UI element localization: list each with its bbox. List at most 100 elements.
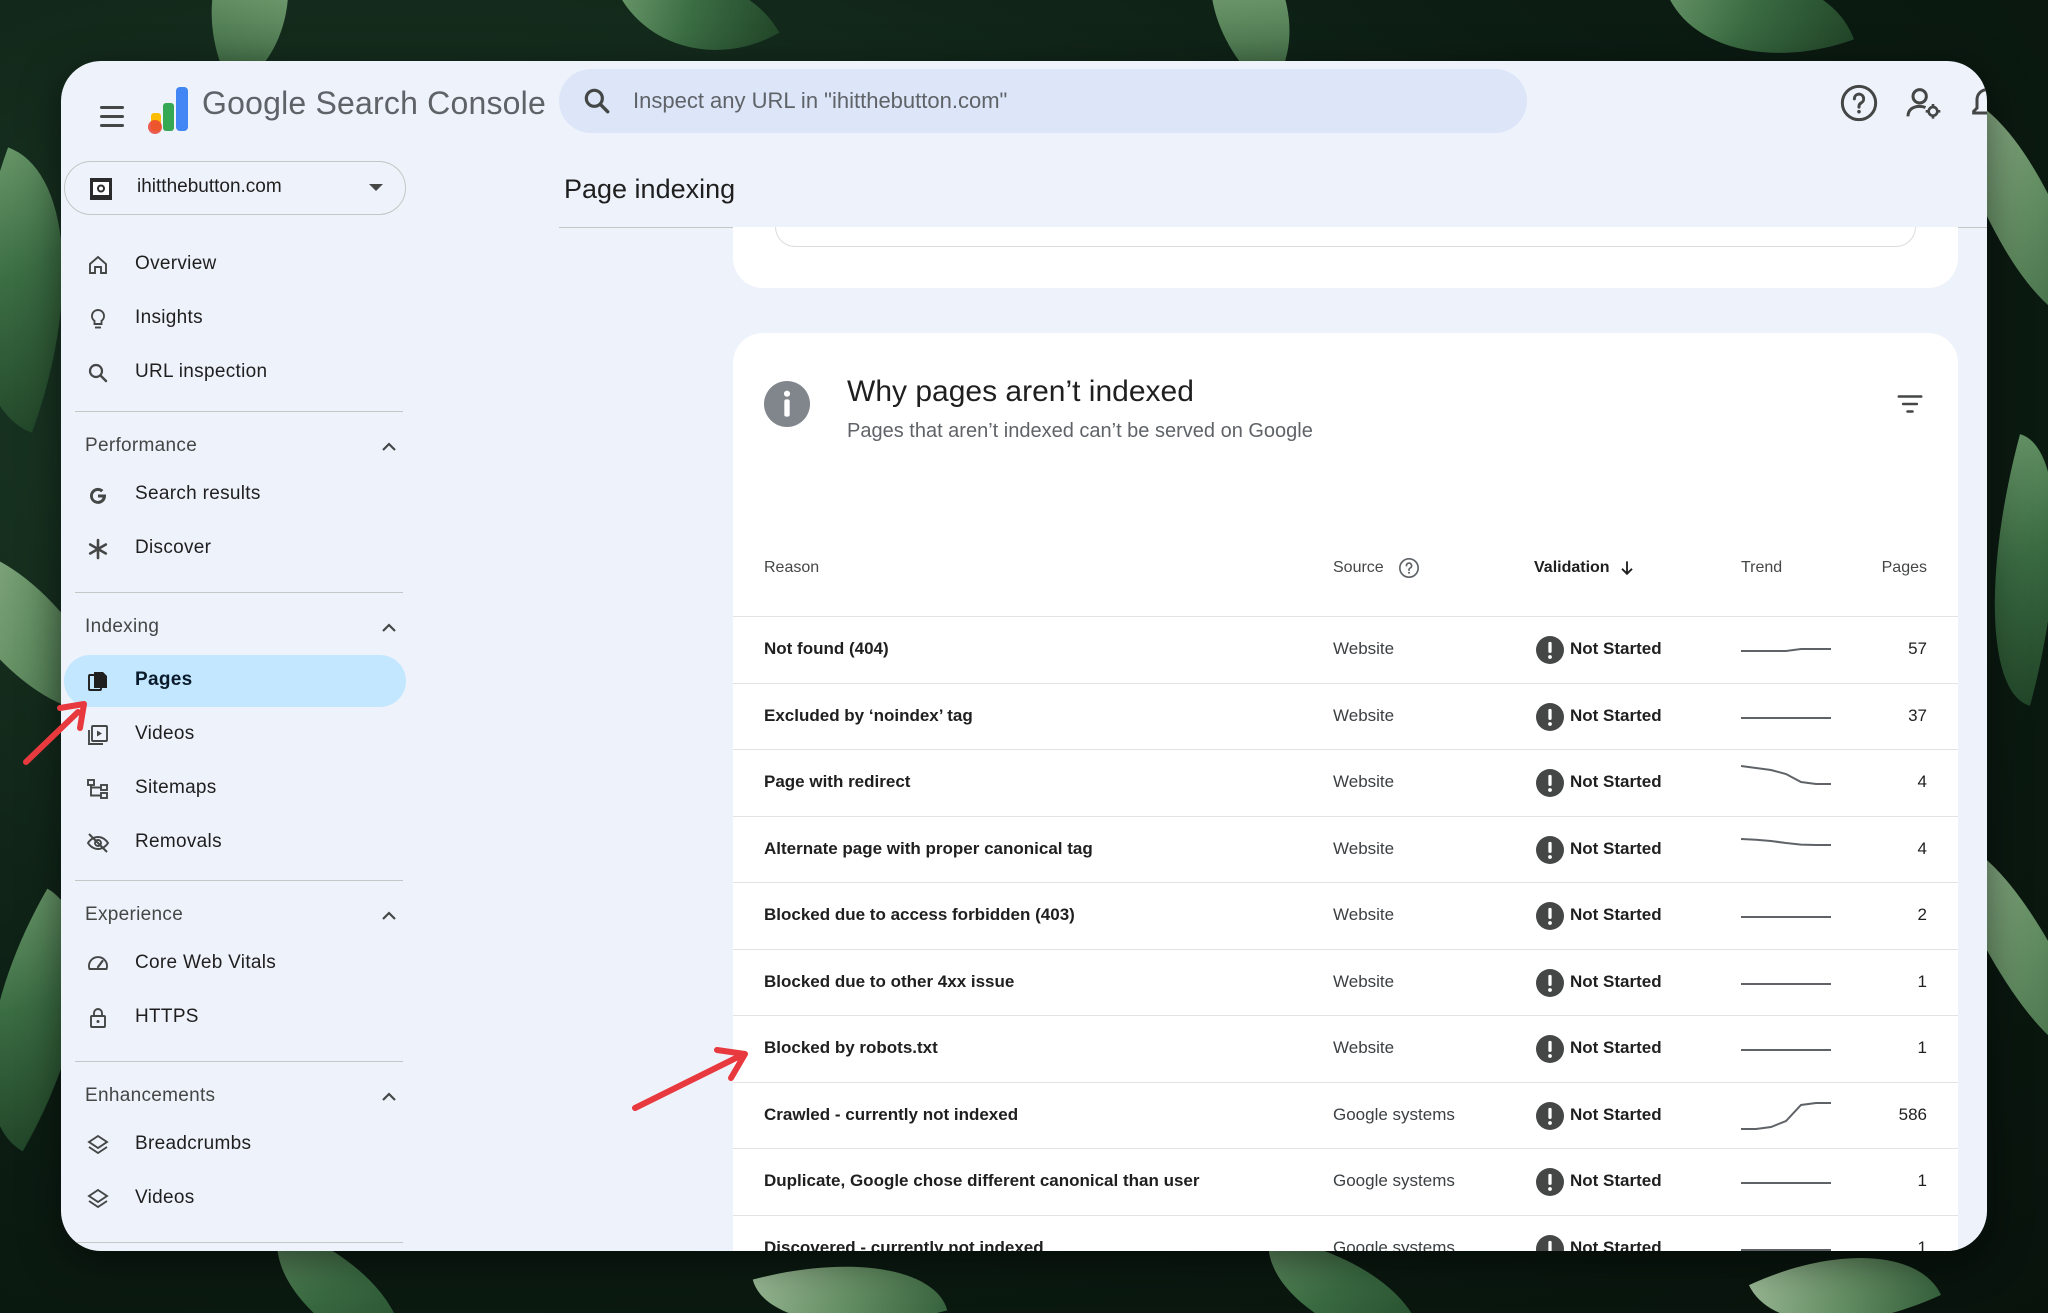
exclamation-icon [1536, 1234, 1564, 1251]
trend-sparkline [1741, 1248, 1831, 1251]
table-row[interactable]: Excluded by ‘noindex’ tag Website Not Star… [733, 682, 1958, 749]
not-indexed-card: Why pages aren’t indexed Pages that aren… [733, 333, 1958, 1251]
exclamation-icon [1536, 769, 1564, 797]
validation-status: Not Started [1570, 1104, 1662, 1124]
asterisk-icon [88, 538, 108, 560]
exclamation-icon [1536, 902, 1564, 930]
sidebar-item-pages[interactable]: Pages [64, 655, 406, 707]
chevron-up-icon[interactable] [377, 904, 401, 928]
exclamation-icon [1536, 1168, 1564, 1196]
table-header: Reason Source Validation Trend Pages [733, 557, 1958, 599]
card-title: Why pages aren’t indexed [847, 375, 1194, 408]
table-row[interactable]: Page with redirect Website Not Started 4 [733, 749, 1958, 815]
sidebar-item-label: Videos [135, 1187, 195, 1208]
nav-section-experience[interactable]: Experience [85, 904, 183, 926]
trend-sparkline [1741, 1182, 1831, 1184]
sidebar-item-overview[interactable]: Overview [64, 239, 406, 291]
column-header-reason[interactable]: Reason [764, 559, 819, 577]
chevron-up-icon[interactable] [377, 435, 401, 459]
source-cell: Website [1333, 639, 1395, 658]
nav-divider [75, 1242, 403, 1243]
trend-sparkline [1741, 916, 1831, 918]
layers-icon [87, 1188, 109, 1209]
source-cell: Google systems [1333, 1104, 1455, 1124]
sidebar-item-label: Insights [135, 307, 203, 328]
filter-icon[interactable] [1895, 389, 1925, 419]
property-selector[interactable]: ihitthebutton.com [64, 161, 406, 215]
sidebar-item-label: Removals [135, 831, 222, 852]
sidebar-item-label: Core Web Vitals [135, 952, 277, 973]
exclamation-icon [1536, 1035, 1564, 1063]
sitemap-icon [87, 779, 108, 799]
layers-icon [87, 1134, 109, 1155]
reason-cell: Not found (404) [764, 639, 889, 658]
info-icon [764, 381, 810, 427]
table-row[interactable]: Blocked by robots.txt Website Not Started 1 [733, 1015, 1958, 1081]
sidebar-item-https[interactable]: HTTPS [64, 992, 406, 1044]
trend-sparkline [1741, 765, 1831, 785]
nav-divider [75, 411, 403, 412]
search-icon[interactable] [581, 85, 613, 117]
nav-section-indexing[interactable]: Indexing [85, 616, 159, 638]
lightbulb-icon [91, 309, 105, 329]
lock-icon [90, 1008, 106, 1028]
nav-section-performance[interactable]: Performance [85, 435, 197, 457]
home-icon [89, 255, 107, 274]
google-g-icon [90, 487, 107, 504]
sidebar-item-label: URL inspection [135, 361, 268, 382]
source-cell: Website [1333, 1038, 1395, 1057]
sidebar-item-label: Overview [135, 253, 217, 274]
notifications-icon[interactable] [1967, 83, 1987, 123]
trend-sparkline [1741, 1101, 1831, 1130]
help-icon[interactable] [1398, 557, 1420, 579]
chevron-down-icon[interactable] [369, 184, 383, 191]
table-row[interactable]: Discovered - currently not indexed Google… [733, 1214, 1958, 1251]
sidebar-item-removals[interactable]: Removals [64, 817, 406, 869]
pages-count: 57 [1908, 639, 1927, 658]
sidebar-item-videos-enhancement[interactable]: Videos [64, 1173, 406, 1225]
annotation-arrow-icon [23, 701, 87, 765]
chevron-up-icon[interactable] [377, 1085, 401, 1109]
table-row[interactable]: Blocked due to access forbidden (403) Web… [733, 882, 1958, 948]
column-header-validation[interactable]: Validation [1534, 559, 1610, 577]
reason-cell: Blocked due to access forbidden (403) [764, 905, 1075, 924]
sidebar-item-search-results[interactable]: Search results [64, 469, 406, 521]
nav-divider [75, 592, 403, 593]
source-cell: Website [1333, 971, 1395, 991]
validation-status: Not Started [1570, 905, 1662, 924]
chevron-up-icon[interactable] [377, 616, 401, 640]
arrow-down-icon[interactable] [1617, 558, 1637, 578]
sidebar-item-insights[interactable]: Insights [64, 293, 406, 345]
help-icon[interactable] [1839, 83, 1879, 123]
exclamation-icon [1536, 636, 1564, 664]
app-brand[interactable]: Google Search Console [202, 85, 546, 122]
pages-count: 4 [1917, 838, 1927, 858]
sidebar-item-label: Videos [135, 723, 195, 744]
url-inspect-input[interactable] [633, 69, 1493, 133]
menu-icon[interactable] [87, 91, 137, 141]
nav-divider [75, 880, 403, 881]
eye-off-icon [86, 833, 110, 853]
sidebar-item-breadcrumbs[interactable]: Breadcrumbs [64, 1119, 406, 1171]
sidebar-item-videos[interactable]: Videos [64, 709, 406, 761]
nav-section-enhancements[interactable]: Enhancements [85, 1085, 215, 1107]
sidebar-item-url-inspection[interactable]: URL inspection [64, 347, 406, 399]
table-row[interactable]: Duplicate, Google chose different canoni… [733, 1148, 1958, 1214]
table-row[interactable]: Crawled - currently not indexed Google sy… [733, 1081, 1958, 1148]
pages-count: 1 [1917, 971, 1927, 991]
validation-status: Not Started [1570, 838, 1662, 858]
manage-users-icon[interactable] [1903, 83, 1943, 123]
reason-cell: Duplicate, Google chose different canoni… [764, 1171, 1200, 1190]
validation-status: Not Started [1570, 971, 1662, 991]
sidebar-item-discover[interactable]: Discover [64, 523, 406, 575]
source-cell: Google systems [1333, 1171, 1455, 1190]
table-row[interactable]: Not found (404) Website Not Started 57 [733, 616, 1958, 682]
table-row[interactable]: Blocked due to other 4xx issue Website Not… [733, 948, 1958, 1015]
column-header-source[interactable]: Source [1333, 559, 1384, 577]
column-header-pages[interactable]: Pages [1882, 559, 1927, 577]
url-inspect-search[interactable] [559, 69, 1527, 133]
reason-cell: Blocked due to other 4xx issue [764, 971, 1015, 991]
sidebar-item-core-web-vitals[interactable]: Core Web Vitals [64, 938, 406, 990]
table-row[interactable]: Alternate page with proper canonical tag… [733, 815, 1958, 882]
sidebar-item-sitemaps[interactable]: Sitemaps [64, 763, 406, 815]
